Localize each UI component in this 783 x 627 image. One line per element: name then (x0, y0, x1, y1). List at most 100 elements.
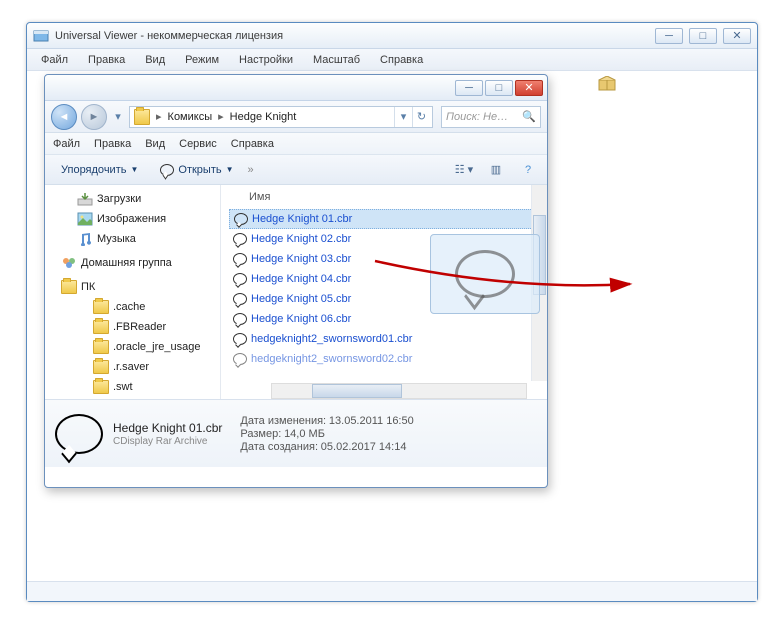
file-type-icon (55, 414, 103, 454)
cbr-icon (233, 253, 247, 265)
folder-icon (93, 340, 109, 354)
folder-icon (93, 360, 109, 374)
details-size: Размер: 14,0 МБ (240, 428, 413, 440)
cbr-icon (233, 293, 247, 305)
exp-menu-file[interactable]: Файл (53, 138, 80, 150)
folder-icon (61, 280, 77, 294)
menu-help[interactable]: Справка (372, 52, 431, 68)
search-input[interactable]: Поиск: He… 🔍 (441, 106, 541, 128)
menu-settings[interactable]: Настройки (231, 52, 301, 68)
exp-menu-view[interactable]: Вид (145, 138, 165, 150)
menu-edit[interactable]: Правка (80, 52, 133, 68)
outer-title-text: Universal Viewer - некоммерческая лиценз… (55, 30, 283, 42)
nav-back-button[interactable]: ◄ (51, 104, 77, 130)
tree-folder-swt[interactable]: .swt (45, 377, 220, 397)
search-placeholder: Поиск: He… (446, 111, 508, 123)
open-button[interactable]: Открыть▼ (152, 161, 241, 179)
column-header-name[interactable]: Имя (229, 189, 539, 209)
outer-maximize-button[interactable]: □ (689, 28, 717, 44)
details-filetype: CDisplay Rar Archive (113, 436, 222, 447)
tree-homegroup[interactable]: Домашняя группа (45, 253, 220, 273)
exp-menu-edit[interactable]: Правка (94, 138, 131, 150)
cbr-icon (233, 313, 247, 325)
file-row[interactable]: Hedge Knight 02.cbr (229, 229, 539, 249)
outer-statusbar (27, 581, 757, 601)
exp-menu-help[interactable]: Справка (231, 138, 274, 150)
tree-downloads[interactable]: Загрузки (45, 189, 220, 209)
breadcrumb-item-0[interactable]: Комиксы (166, 111, 215, 123)
horizontal-scrollbar[interactable] (271, 383, 527, 399)
explorer-navbar: ◄ ► ▾ ▸ Комиксы ▸ Hedge Knight ▾ ↻ Поиск… (45, 101, 547, 133)
breadcrumb-separator: ▸ (214, 110, 228, 123)
menu-view[interactable]: Вид (137, 52, 173, 68)
outer-close-button[interactable]: ✕ (723, 28, 751, 44)
exp-menu-tools[interactable]: Сервис (179, 138, 217, 150)
tree-folder-rsaver[interactable]: .r.saver (45, 357, 220, 377)
tree-folder-fbreader[interactable]: .FBReader (45, 317, 220, 337)
file-list-pane[interactable]: Имя Hedge Knight 01.cbr Hedge Knight 02.… (221, 185, 547, 399)
details-modified: Дата изменения: 13.05.2011 16:50 (240, 415, 413, 427)
outer-titlebar[interactable]: Universal Viewer - некоммерческая лиценз… (27, 23, 757, 49)
outer-menubar: Файл Правка Вид Режим Настройки Масштаб … (27, 49, 757, 71)
homegroup-icon (61, 256, 77, 270)
cbr-icon (233, 273, 247, 285)
music-icon (77, 232, 93, 246)
explorer-minimize-button[interactable]: ─ (455, 80, 483, 96)
menu-file[interactable]: Файл (33, 52, 76, 68)
breadcrumb-refresh[interactable]: ↻ (412, 107, 430, 127)
outer-minimize-button[interactable]: ─ (655, 28, 683, 44)
file-row[interactable]: Hedge Knight 05.cbr (229, 289, 539, 309)
menu-mode[interactable]: Режим (177, 52, 227, 68)
file-row[interactable]: Hedge Knight 06.cbr (229, 309, 539, 329)
scrollbar-thumb[interactable] (312, 384, 402, 398)
cbr-icon (233, 333, 247, 345)
preview-pane-button[interactable]: ▥ (485, 159, 507, 181)
folder-icon (93, 300, 109, 314)
folder-icon (134, 109, 150, 125)
tree-images[interactable]: Изображения (45, 209, 220, 229)
app-icon (33, 28, 49, 44)
file-row-selected[interactable]: Hedge Knight 01.cbr (229, 209, 539, 229)
toolbar-overflow[interactable]: » (248, 164, 254, 176)
tree-folder-cache[interactable]: .cache (45, 297, 220, 317)
cbr-icon (234, 213, 248, 225)
explorer-content: Загрузки Изображения Музыка Домашняя гру… (45, 185, 547, 399)
file-row[interactable]: Hedge Knight 04.cbr (229, 269, 539, 289)
explorer-menubar: Файл Правка Вид Сервис Справка (45, 133, 547, 155)
file-row[interactable]: hedgeknight2_swornsword01.cbr (229, 329, 539, 349)
file-row[interactable]: hedgeknight2_swornsword02.cbr (229, 349, 539, 369)
tree-pc[interactable]: ПК (45, 277, 220, 297)
breadcrumb-dropdown[interactable]: ▾ (394, 107, 412, 127)
images-icon (77, 212, 93, 226)
search-icon: 🔍 (522, 110, 536, 123)
details-filename: Hedge Knight 01.cbr (113, 421, 222, 435)
scrollbar-thumb[interactable] (533, 215, 546, 295)
explorer-toolbar: Упорядочить▼ Открыть▼ » ☷ ▾ ▥ ? (45, 155, 547, 185)
package-icon (597, 76, 617, 92)
vertical-scrollbar[interactable] (531, 185, 547, 381)
details-created: Дата создания: 05.02.2017 14:14 (240, 441, 413, 453)
view-mode-button[interactable]: ☷ ▾ (453, 159, 475, 181)
cbr-icon (233, 353, 247, 365)
downloads-icon (77, 192, 93, 206)
tree-folder-oracle[interactable]: .oracle_jre_usage (45, 337, 220, 357)
explorer-titlebar[interactable]: ─ □ ✕ (45, 75, 547, 101)
tree-music[interactable]: Музыка (45, 229, 220, 249)
explorer-window: ─ □ ✕ ◄ ► ▾ ▸ Комиксы ▸ Hedge Knight ▾ ↻… (44, 74, 548, 488)
details-pane: Hedge Knight 01.cbr CDisplay Rar Archive… (45, 399, 547, 467)
help-button[interactable]: ? (517, 159, 539, 181)
organize-button[interactable]: Упорядочить▼ (53, 161, 146, 179)
explorer-close-button[interactable]: ✕ (515, 80, 543, 96)
bubble-icon (160, 164, 174, 176)
breadcrumb-separator: ▸ (152, 110, 166, 123)
menu-zoom[interactable]: Масштаб (305, 52, 368, 68)
tree-pane[interactable]: Загрузки Изображения Музыка Домашняя гру… (45, 185, 221, 399)
cbr-icon (233, 233, 247, 245)
breadcrumb[interactable]: ▸ Комиксы ▸ Hedge Knight ▾ ↻ (129, 106, 433, 128)
nav-history-dropdown[interactable]: ▾ (111, 105, 125, 129)
file-row[interactable]: Hedge Knight 03.cbr (229, 249, 539, 269)
folder-icon (93, 380, 109, 394)
explorer-maximize-button[interactable]: □ (485, 80, 513, 96)
nav-forward-button[interactable]: ► (81, 104, 107, 130)
breadcrumb-item-1[interactable]: Hedge Knight (228, 111, 299, 123)
